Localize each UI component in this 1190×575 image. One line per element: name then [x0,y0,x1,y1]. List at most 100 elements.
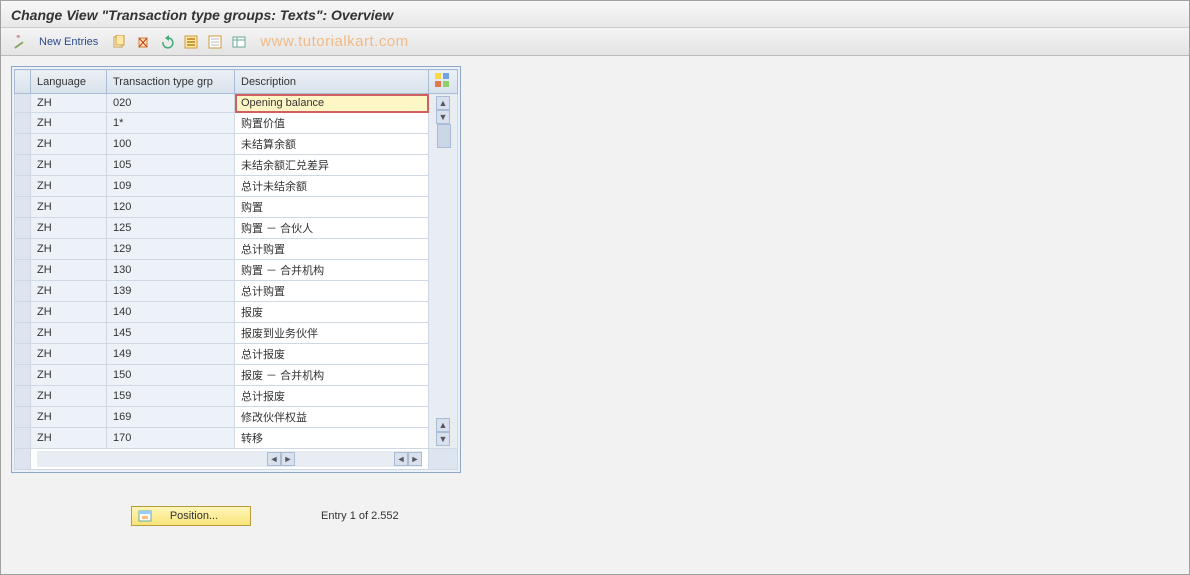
table-row: ZH140报废 [15,302,458,323]
description-cell[interactable]: 购置 [235,197,429,218]
description-cell[interactable]: 购置 － 合伙人 [235,218,429,239]
row-selector[interactable] [15,302,31,323]
hscroll-right2-icon[interactable]: ► [408,452,422,466]
undo-icon[interactable] [158,33,176,51]
grp-cell: 140 [107,302,235,323]
deselect-all-icon[interactable] [206,33,224,51]
grp-cell: 169 [107,407,235,428]
data-grid: Language Transaction type grp Descriptio… [14,69,458,470]
toggle-display-change-icon[interactable] [9,33,27,51]
toolbar: New Entries www.tutorialkart.com [1,28,1189,56]
grp-cell: 149 [107,344,235,365]
vscroll-up2-icon[interactable]: ▲ [436,418,450,432]
position-button-label: Position... [158,510,230,522]
new-entries-button[interactable]: New Entries [33,34,104,50]
row-selector[interactable] [15,386,31,407]
row-selector[interactable] [15,176,31,197]
grp-cell: 159 [107,386,235,407]
table-container: Language Transaction type grp Descriptio… [11,66,461,473]
row-selector[interactable] [15,281,31,302]
desc-col-header[interactable]: Description [235,70,429,94]
language-cell: ZH [31,281,107,302]
language-cell: ZH [31,134,107,155]
language-col-header[interactable]: Language [31,70,107,94]
table-settings-icon[interactable] [230,33,248,51]
grp-cell: 129 [107,239,235,260]
description-cell[interactable]: 转移 [235,428,429,449]
row-selector[interactable] [15,113,31,134]
table-row: ZH169修改伙伴权益 [15,407,458,428]
row-selector[interactable] [15,428,31,449]
table-row: ZH129总计购置 [15,239,458,260]
description-cell[interactable]: 总计购置 [235,281,429,302]
copy-icon[interactable] [110,33,128,51]
row-selector[interactable] [15,218,31,239]
hscroll-right-icon[interactable]: ► [281,452,295,466]
footer-bar: Position... Entry 1 of 2.552 [131,506,1179,526]
grp-cell: 105 [107,155,235,176]
position-icon [138,509,152,523]
description-cell[interactable]: Opening balance [235,94,429,113]
description-cell[interactable]: 修改伙伴权益 [235,407,429,428]
table-row: ZH145报废到业务伙伴 [15,323,458,344]
description-cell[interactable]: 总计购置 [235,239,429,260]
grp-cell: 125 [107,218,235,239]
table-row: ZH170转移 [15,428,458,449]
language-cell: ZH [31,239,107,260]
hscroll-left-icon[interactable]: ◄ [267,452,281,466]
grp-cell: 145 [107,323,235,344]
language-cell: ZH [31,260,107,281]
description-cell[interactable]: 购置价值 [235,113,429,134]
language-cell: ZH [31,428,107,449]
table-row: ZH139总计购置 [15,281,458,302]
row-selector[interactable] [15,323,31,344]
description-cell[interactable]: 未结余额汇兑差异 [235,155,429,176]
row-selector[interactable] [15,260,31,281]
entry-status-text: Entry 1 of 2.552 [321,510,399,522]
table-row: ZH105未结余额汇兑差异 [15,155,458,176]
table-row: ZH109总计未结余额 [15,176,458,197]
grp-cell: 170 [107,428,235,449]
description-cell[interactable]: 报废 [235,302,429,323]
vertical-scrollbar[interactable]: ▲▼▲▼ [429,94,458,449]
configure-col-header[interactable] [429,70,458,94]
grp-cell: 020 [107,94,235,113]
description-cell[interactable]: 报废 － 合并机构 [235,365,429,386]
language-cell: ZH [31,323,107,344]
row-selector[interactable] [15,94,31,113]
content-area: Language Transaction type grp Descriptio… [1,56,1189,536]
row-selector[interactable] [15,239,31,260]
grp-cell: 1* [107,113,235,134]
row-selector[interactable] [15,197,31,218]
description-cell[interactable]: 总计报废 [235,386,429,407]
language-cell: ZH [31,155,107,176]
hscroll-left2-icon[interactable]: ◄ [394,452,408,466]
grp-cell: 109 [107,176,235,197]
grp-cell: 100 [107,134,235,155]
description-cell[interactable]: 总计未结余额 [235,176,429,197]
vscroll-down2-icon[interactable]: ▼ [436,432,450,446]
vscroll-up-icon[interactable]: ▲ [436,96,450,110]
language-cell: ZH [31,197,107,218]
description-cell[interactable]: 未结算余额 [235,134,429,155]
vscroll-down-icon[interactable]: ▼ [436,110,450,124]
header-row: Language Transaction type grp Descriptio… [15,70,458,94]
language-cell: ZH [31,344,107,365]
select-all-icon[interactable] [182,33,200,51]
grp-col-header[interactable]: Transaction type grp [107,70,235,94]
row-selector[interactable] [15,407,31,428]
table-row: ZH020Opening balance▲▼▲▼ [15,94,458,113]
table-row: ZH159总计报废 [15,386,458,407]
description-cell[interactable]: 总计报废 [235,344,429,365]
row-selector[interactable] [15,134,31,155]
description-cell[interactable]: 购置 － 合并机构 [235,260,429,281]
position-button[interactable]: Position... [131,506,251,526]
row-selector[interactable] [15,344,31,365]
table-row: ZH125购置 － 合伙人 [15,218,458,239]
row-selector[interactable] [15,365,31,386]
horizontal-scrollbar[interactable]: ◄ ► ◄ ► [37,451,422,467]
delete-icon[interactable] [134,33,152,51]
row-selector[interactable] [15,155,31,176]
select-col-header[interactable] [15,70,31,94]
description-cell[interactable]: 报废到业务伙伴 [235,323,429,344]
